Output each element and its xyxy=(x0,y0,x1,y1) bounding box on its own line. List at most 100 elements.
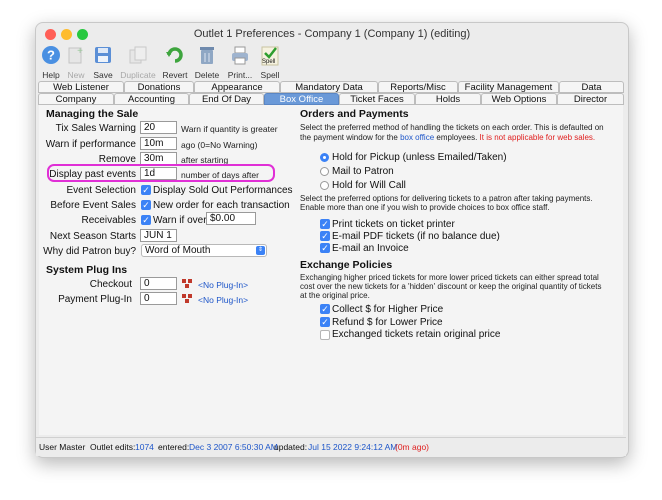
tab-director[interactable]: Director xyxy=(557,93,624,105)
minimize-window-button[interactable] xyxy=(61,29,72,40)
tab-accounting[interactable]: Accounting xyxy=(114,93,189,105)
revert-icon xyxy=(166,47,183,63)
zoom-window-button[interactable] xyxy=(77,29,88,40)
system-plugins-header: System Plug Ins xyxy=(46,264,128,276)
checkout-plugin-link[interactable]: <No Plug-In> xyxy=(198,280,248,290)
orders-desc-line1: Select the preferred method of handling … xyxy=(300,123,604,132)
hold-pickup-label: Hold for Pickup (unless Emailed/Taken) xyxy=(332,152,507,163)
collect-higher-label: Collect $ for Higher Price xyxy=(332,304,444,315)
close-window-button[interactable] xyxy=(45,29,56,40)
event-selection-label: Event Selection xyxy=(66,185,137,196)
status-edits-value: 1074 xyxy=(135,442,154,452)
tab-appearance[interactable]: Appearance xyxy=(194,81,280,93)
tab-web-listener[interactable]: Web Listener xyxy=(38,81,124,93)
before-event-sales-label: Before Event Sales xyxy=(50,200,136,211)
tab-ticket-faces[interactable]: Ticket Faces xyxy=(339,93,415,105)
print-tickets-checkbox[interactable]: ✓ xyxy=(320,219,330,229)
collect-higher-checkbox[interactable]: ✓ xyxy=(320,304,330,314)
orders-desc-part: the payment window for the xyxy=(300,133,401,142)
checkout-input[interactable]: 0 xyxy=(140,277,177,290)
refund-lower-label: Refund $ for Lower Price xyxy=(332,317,443,328)
new-order-label: New order for each transaction xyxy=(153,200,290,211)
save-button[interactable]: Save xyxy=(83,45,123,80)
tab-donations[interactable]: Donations xyxy=(124,81,194,93)
warn-performance-note: ago (0=No Warning) xyxy=(181,140,258,150)
display-sold-out-checkbox[interactable]: ✓ xyxy=(141,185,151,195)
save-icon xyxy=(95,47,111,63)
mail-patron-label: Mail to Patron xyxy=(332,166,394,177)
web-sales-warning: It is not applicable for web sales. xyxy=(479,133,596,142)
display-past-events-label: Display past events xyxy=(49,169,136,180)
next-season-label: Next Season Starts xyxy=(49,231,136,242)
receivables-amount-input[interactable]: $0.00 xyxy=(206,212,256,225)
warn-performance-input[interactable]: 10m xyxy=(140,137,177,150)
plugin-icon[interactable] xyxy=(182,279,194,289)
retain-price-checkbox[interactable] xyxy=(320,330,330,340)
duplicate-button[interactable]: Duplicate xyxy=(118,45,158,80)
email-pdf-checkbox[interactable]: ✓ xyxy=(320,231,330,241)
tab-box-office[interactable]: Box Office xyxy=(264,93,339,105)
orders-payments-header: Orders and Payments xyxy=(300,108,409,120)
payment-plugin-input[interactable]: 0 xyxy=(140,292,177,305)
spell-button[interactable]: Spell Spell xyxy=(250,45,290,80)
hold-pickup-radio[interactable] xyxy=(320,153,329,162)
checkout-label: Checkout xyxy=(89,279,132,290)
exchange-desc-line2: cost over the new tickets for a 'hidden'… xyxy=(300,282,602,291)
spell-label: Spell xyxy=(260,70,280,80)
warn-performance-label: Warn if performance xyxy=(45,139,136,150)
display-past-events-note: number of days after xyxy=(181,170,259,180)
receivables-label: Receivables xyxy=(81,215,136,226)
managing-sale-header: Managing the Sale xyxy=(46,108,139,120)
why-patron-buy-select[interactable]: Word of Mouth ⇕ xyxy=(141,244,267,257)
tab-web-options[interactable]: Web Options xyxy=(481,93,557,105)
will-call-label: Hold for Will Call xyxy=(332,180,406,191)
printer-icon xyxy=(232,46,248,65)
tix-sales-label: Tix Sales Warning xyxy=(55,123,136,134)
warn-if-over-label: Warn if over xyxy=(153,215,207,226)
tab-company[interactable]: Company xyxy=(38,93,114,105)
tab-mandatory-data[interactable]: Mandatory Data xyxy=(280,81,378,93)
spell-badge: Spell xyxy=(262,59,276,65)
why-patron-buy-label: Why did Patron buy? xyxy=(43,246,136,257)
tix-sales-input[interactable]: 20 xyxy=(140,121,177,134)
svg-text:?: ? xyxy=(47,48,55,63)
email-invoice-label: E-mail an Invoice xyxy=(332,243,409,254)
duplicate-icon xyxy=(129,46,147,64)
box-office-link-text: box office xyxy=(400,133,435,142)
email-invoice-checkbox[interactable]: ✓ xyxy=(320,243,330,253)
tab-facility-management[interactable]: Facility Management xyxy=(458,81,559,93)
status-updated-label: updated: xyxy=(274,442,308,452)
chevron-updown-icon: ⇕ xyxy=(256,246,265,255)
status-updated-value: Jul 15 2022 9:24:12 AM xyxy=(308,442,398,452)
status-bar: User Master Outlet edits: 1074 entered: … xyxy=(36,437,626,456)
warn-if-over-checkbox[interactable]: ✓ xyxy=(141,215,151,225)
exchange-desc-line3: at the original price. xyxy=(300,291,370,300)
window-title: Outlet 1 Preferences - Company 1 (Compan… xyxy=(193,28,471,40)
exchange-desc-line1: Exchanging higher priced tickets for mor… xyxy=(300,273,599,282)
exchange-policies-header: Exchange Policies xyxy=(300,259,393,271)
email-pdf-label: E-mail PDF tickets (if no balance due) xyxy=(332,231,500,242)
new-order-checkbox[interactable]: ✓ xyxy=(141,200,151,210)
plugin-icon[interactable] xyxy=(182,294,194,304)
refund-lower-checkbox[interactable]: ✓ xyxy=(320,317,330,327)
tab-holds[interactable]: Holds xyxy=(415,93,481,105)
why-patron-buy-value: Word of Mouth xyxy=(145,245,211,256)
retain-price-label: Exchanged tickets retain original price xyxy=(332,329,501,340)
tab-data-retention[interactable]: Data Retention xyxy=(559,81,624,105)
display-past-events-input[interactable]: 1d xyxy=(140,167,177,180)
next-season-input[interactable]: JUN 1 xyxy=(140,229,177,242)
orders-desc-line2: the payment window for the box office em… xyxy=(300,133,595,142)
status-edits-label: Outlet edits: xyxy=(90,442,136,452)
payment-plugin-link[interactable]: <No Plug-In> xyxy=(198,295,248,305)
delivery-desc-line2: Enable more than one if you wish to prov… xyxy=(300,203,550,212)
tix-sales-note: Warn if quantity is greater xyxy=(181,124,278,134)
tab-end-of-day[interactable]: End Of Day xyxy=(189,93,264,105)
payment-plugin-label: Payment Plug-In xyxy=(58,294,132,305)
status-user: User Master xyxy=(39,442,86,452)
tab-reports-misc[interactable]: Reports/Misc xyxy=(378,81,458,93)
mail-patron-radio[interactable] xyxy=(320,167,329,176)
orders-desc-part: employees. xyxy=(434,133,480,142)
print-tickets-label: Print tickets on ticket printer xyxy=(332,219,455,230)
will-call-radio[interactable] xyxy=(320,181,329,190)
trash-icon xyxy=(200,47,214,64)
